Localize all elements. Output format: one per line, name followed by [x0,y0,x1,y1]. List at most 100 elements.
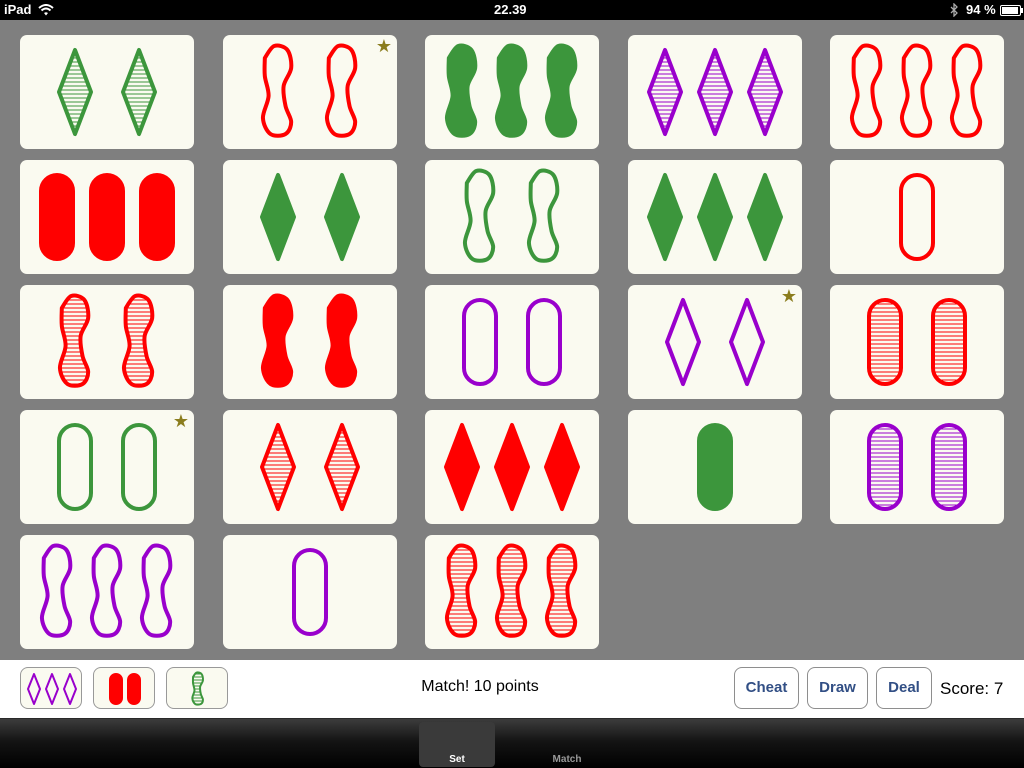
card-diamond-symbol [729,298,765,386]
card[interactable] [425,285,599,399]
card-squiggle-symbol [899,43,933,138]
card-oval-symbol [39,173,75,261]
card[interactable] [20,160,194,274]
card-symbols [39,543,173,638]
found-diamond-symbol [27,673,41,705]
card-diamond-symbol [260,173,296,261]
card-symbols [57,423,157,511]
card-oval-symbol [292,548,328,636]
card-squiggle-symbol [444,43,478,138]
card-squiggle-symbol [121,293,155,388]
tab-set-label: Set [449,754,465,765]
card[interactable] [830,35,1004,149]
card-symbols [867,298,967,386]
card-oval-symbol [931,298,967,386]
found-card-1 [20,667,82,709]
card[interactable] [830,285,1004,399]
card[interactable] [223,535,397,649]
card-oval-symbol [462,298,498,386]
card-squiggle-symbol [89,543,123,638]
card-squiggle-symbol [139,543,173,638]
star-icon: ★ [172,411,189,431]
found-diamond-symbol [45,673,59,705]
card-symbols [697,423,733,511]
score-label: Score: 7 [940,679,1004,698]
card-symbols [260,293,358,388]
card[interactable] [425,35,599,149]
device-name: iPad [4,2,32,17]
tab-set[interactable]: Set [419,722,495,767]
card[interactable] [425,160,599,274]
card[interactable]: ★ [628,285,802,399]
card-squiggle-symbol [324,293,358,388]
card-oval-symbol [139,173,175,261]
card-squiggle-symbol [526,168,560,263]
card-symbols [899,173,935,261]
card-squiggle-symbol [849,43,883,138]
card[interactable] [830,160,1004,274]
card-diamond-symbol [665,298,701,386]
card[interactable] [830,410,1004,524]
card-diamond-symbol [747,48,783,136]
card-squiggle-symbol [39,543,73,638]
card-symbols [57,293,155,388]
card-symbols [444,43,578,138]
card[interactable] [223,410,397,524]
card-oval-symbol [89,173,125,261]
card-symbols [260,43,358,138]
card-squiggle-symbol [949,43,983,138]
card-symbols [260,423,360,511]
status-bar: iPad 22.39 94 % [0,0,1024,20]
card-squiggle-symbol [444,543,478,638]
star-icon: ★ [780,286,797,306]
found-squiggle-symbol [191,671,204,706]
card-symbols [39,173,175,261]
card-diamond-symbol [444,423,480,511]
card[interactable] [20,285,194,399]
battery-icon [1000,5,1023,16]
card-diamond-symbol [57,48,93,136]
status-message: Match! 10 points [421,678,539,695]
card[interactable] [628,160,802,274]
card-oval-symbol [867,423,903,511]
clock: 22.39 [494,2,527,17]
card[interactable] [223,160,397,274]
card-diamond-symbol [647,48,683,136]
card-squiggle-symbol [494,543,528,638]
card-diamond-symbol [747,173,783,261]
card[interactable] [425,535,599,649]
draw-button[interactable]: Draw [807,667,868,709]
tab-match[interactable]: Match [529,722,605,767]
cheat-button[interactable]: Cheat [734,667,799,709]
card[interactable] [628,35,802,149]
card-symbols [260,173,360,261]
card[interactable] [20,35,194,149]
found-card-3 [166,667,228,709]
card[interactable] [20,535,194,649]
card-diamond-symbol [324,173,360,261]
card-diamond-symbol [544,423,580,511]
found-card-2 [93,667,155,709]
card[interactable] [628,410,802,524]
deal-button[interactable]: Deal [876,667,932,709]
card[interactable]: ★ [223,35,397,149]
card[interactable] [425,410,599,524]
card-oval-symbol [697,423,733,511]
card-diamond-symbol [697,173,733,261]
card-symbols [462,168,560,263]
card-diamond-symbol [647,173,683,261]
card-squiggle-symbol [544,543,578,638]
found-oval-symbol [109,673,123,705]
card[interactable]: ★ [20,410,194,524]
card-oval-symbol [867,298,903,386]
card-squiggle-symbol [57,293,91,388]
card-squiggle-symbol [544,43,578,138]
card-squiggle-symbol [462,168,496,263]
card[interactable] [223,285,397,399]
card-symbols [647,48,783,136]
card-symbols [849,43,983,138]
wifi-icon [38,4,54,16]
card-oval-symbol [526,298,562,386]
found-oval-symbol [127,673,141,705]
card-squiggle-symbol [324,43,358,138]
